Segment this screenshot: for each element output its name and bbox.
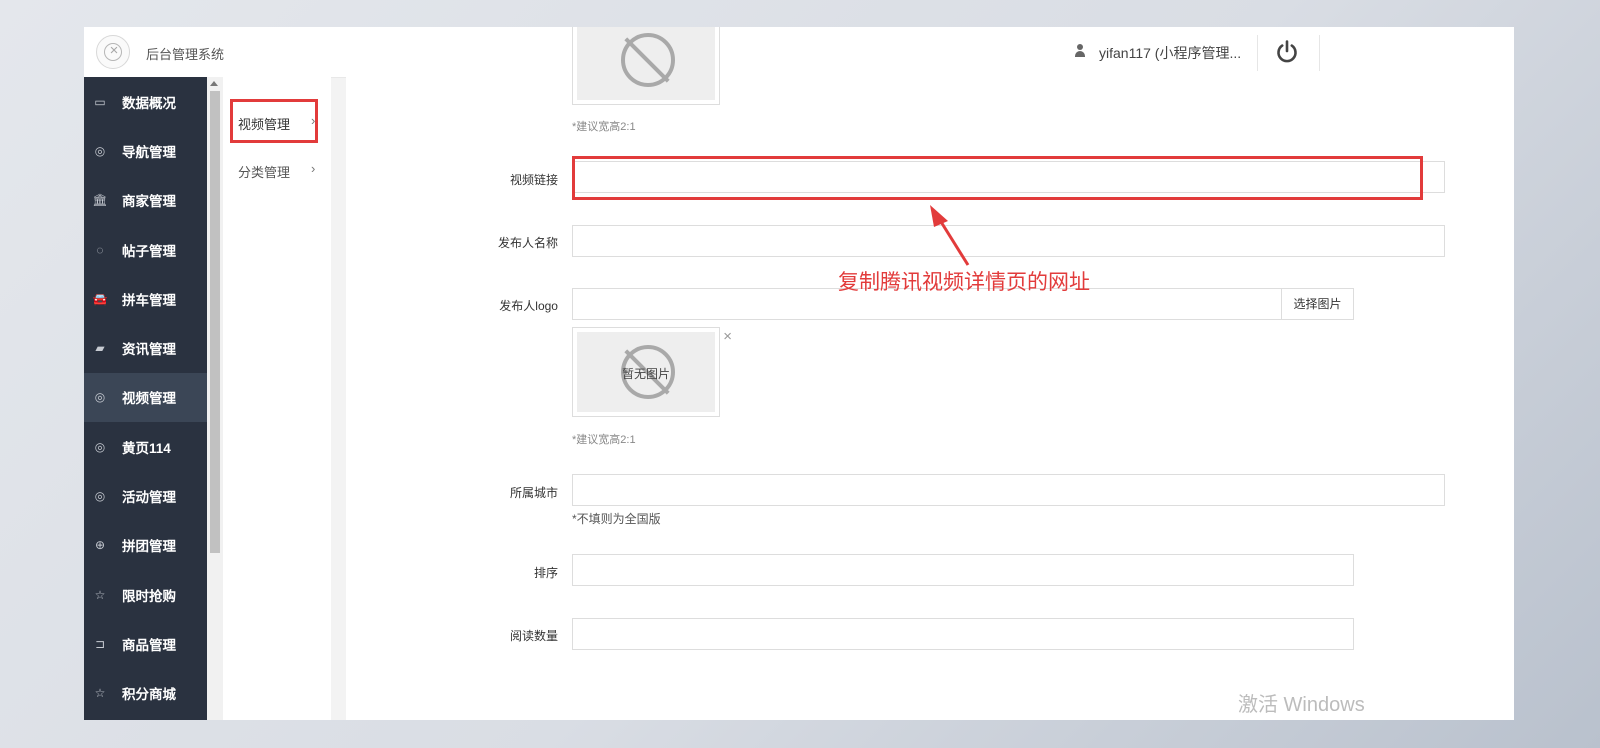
no-image-text: 暂无图片	[621, 367, 670, 381]
compass-icon: ◎	[94, 390, 106, 405]
subnav-item-category[interactable]: 分类管理 ›	[223, 150, 331, 190]
sidebar-item[interactable]: ◎ 黄页114	[84, 422, 207, 471]
sidebar-item-label: 资讯管理	[122, 342, 176, 358]
sub-navigation: 视频管理 › 分类管理 ›	[223, 77, 331, 720]
sort-label: 排序	[533, 566, 558, 580]
sidebar-scrollbar[interactable]	[207, 77, 223, 720]
select-image-button[interactable]: 选择图片	[1281, 288, 1354, 320]
subnav-item-label: 视频管理	[238, 117, 291, 132]
publisher-logo-label: 发布人logo	[499, 299, 558, 313]
power-icon[interactable]	[1274, 39, 1300, 65]
top-header: 后台管理系统 yifan117 (小程序管理...	[84, 27, 1514, 78]
sidebar-item[interactable]: ◎ 视频管理	[84, 372, 207, 423]
sidebar-item-label: 数据概况	[122, 95, 176, 111]
city-label: 所属城市	[509, 486, 558, 500]
comment-icon: ◌	[96, 242, 104, 257]
sidebar-item-label: 商品管理	[122, 637, 176, 653]
sidebar-item-label: 拼团管理	[122, 539, 176, 555]
app-title: 后台管理系统	[146, 47, 225, 62]
sidebar-item-label: 黄页114	[122, 440, 171, 456]
read-count-input[interactable]	[572, 618, 1354, 650]
video-link-label: 视频链接	[509, 173, 558, 187]
cover-size-hint: *建议宽高2:1	[572, 121, 636, 133]
dashboard-icon: ▭	[94, 94, 106, 109]
sidebar-item-label: 活动管理	[122, 490, 176, 506]
close-icon[interactable]: ×	[723, 328, 732, 345]
sidebar-item[interactable]: ◎ 活动管理	[84, 471, 207, 520]
compass-icon: ◎	[94, 489, 106, 504]
sidebar-item-label: 视频管理	[122, 391, 176, 407]
sidebar-item-label: 拼车管理	[122, 292, 176, 308]
sidebar-item-label: 帖子管理	[122, 243, 176, 259]
cover-image-preview	[572, 27, 720, 105]
video-link-input[interactable]	[572, 161, 1445, 193]
sort-input[interactable]	[572, 554, 1354, 586]
subnav-item-label: 分类管理	[238, 165, 291, 180]
sidebar-item[interactable]: ⊕ 拼团管理	[84, 521, 207, 570]
city-input[interactable]	[572, 474, 1445, 506]
logo-icon	[96, 35, 131, 69]
city-hint: *不填则为全国版	[572, 512, 661, 526]
main-content: *建议宽高2:1 视频链接 发布人名称 发布人logo 选择图片 暂无图片 × …	[346, 27, 1514, 720]
admin-window: 后台管理系统 yifan117 (小程序管理... ▭ 数据概况 ◎ 导航管理 🏛 商家管…	[84, 27, 1514, 720]
subnav-item-video[interactable]: 视频管理 ›	[223, 102, 331, 142]
sidebar-item-label: 积分商城	[122, 687, 176, 703]
compass-icon: ◎	[94, 439, 106, 454]
book-icon: ▰	[95, 341, 105, 356]
scroll-thumb[interactable]	[210, 91, 220, 553]
sidebar-item[interactable]: ▰ 资讯管理	[84, 323, 207, 372]
sidebar-item[interactable]: 🏛 商家管理	[84, 176, 207, 225]
user-name[interactable]: yifan117 (小程序管理...	[1099, 43, 1241, 63]
logo-image-preview: 暂无图片	[572, 327, 720, 417]
header-divider	[1319, 35, 1320, 71]
sidebar-item-label: 导航管理	[122, 144, 176, 160]
sidebar-item[interactable]: ◎ 导航管理	[84, 126, 207, 175]
chevron-right-icon: ›	[311, 161, 316, 176]
read-count-label: 阅读数量	[509, 629, 558, 643]
compass-icon: ◎	[94, 143, 106, 158]
cart-icon: ⊐	[94, 636, 106, 651]
bank-icon: 🏛	[92, 193, 108, 208]
lifebuoy-icon: ⊕	[94, 538, 106, 553]
sidebar-item[interactable]: ◌ 帖子管理	[84, 225, 207, 274]
user-icon	[1074, 44, 1086, 58]
sidebar-item[interactable]: ⊐ 商品管理	[84, 619, 207, 668]
annotation-text: 复制腾讯视频详情页的网址	[838, 270, 1090, 294]
sidebar-item[interactable]: ☆ 积分商城	[84, 669, 207, 718]
sidebar-item-label: 商家管理	[122, 194, 176, 210]
scroll-up-arrow-icon[interactable]	[210, 81, 218, 86]
car-icon: 🚘	[92, 291, 108, 306]
logo-size-hint: *建议宽高2:1	[572, 434, 636, 446]
sidebar-item[interactable]: ☆ 限时抢购	[84, 570, 207, 619]
sidebar-item[interactable]: 🚘 拼车管理	[84, 274, 207, 323]
chevron-right-icon: ›	[311, 113, 316, 128]
star-icon: ☆	[94, 587, 106, 602]
annotation-arrow-icon	[930, 205, 970, 266]
windows-watermark: 激活 Windows	[1238, 694, 1365, 716]
sidebar-item-label: 限时抢购	[122, 588, 176, 604]
sidebar: ▭ 数据概况 ◎ 导航管理 🏛 商家管理 ◌ 帖子管理 🚘 拼车管理 ▰ 资讯管理 ◎ 视频管理 ◎ 黄页11…	[84, 77, 207, 720]
header-divider	[1257, 35, 1258, 71]
publisher-name-label: 发布人名称	[497, 236, 558, 250]
publisher-name-input[interactable]	[572, 225, 1445, 257]
star-icon: ☆	[94, 686, 106, 701]
sidebar-item[interactable]: ▭ 数据概况	[84, 77, 207, 126]
